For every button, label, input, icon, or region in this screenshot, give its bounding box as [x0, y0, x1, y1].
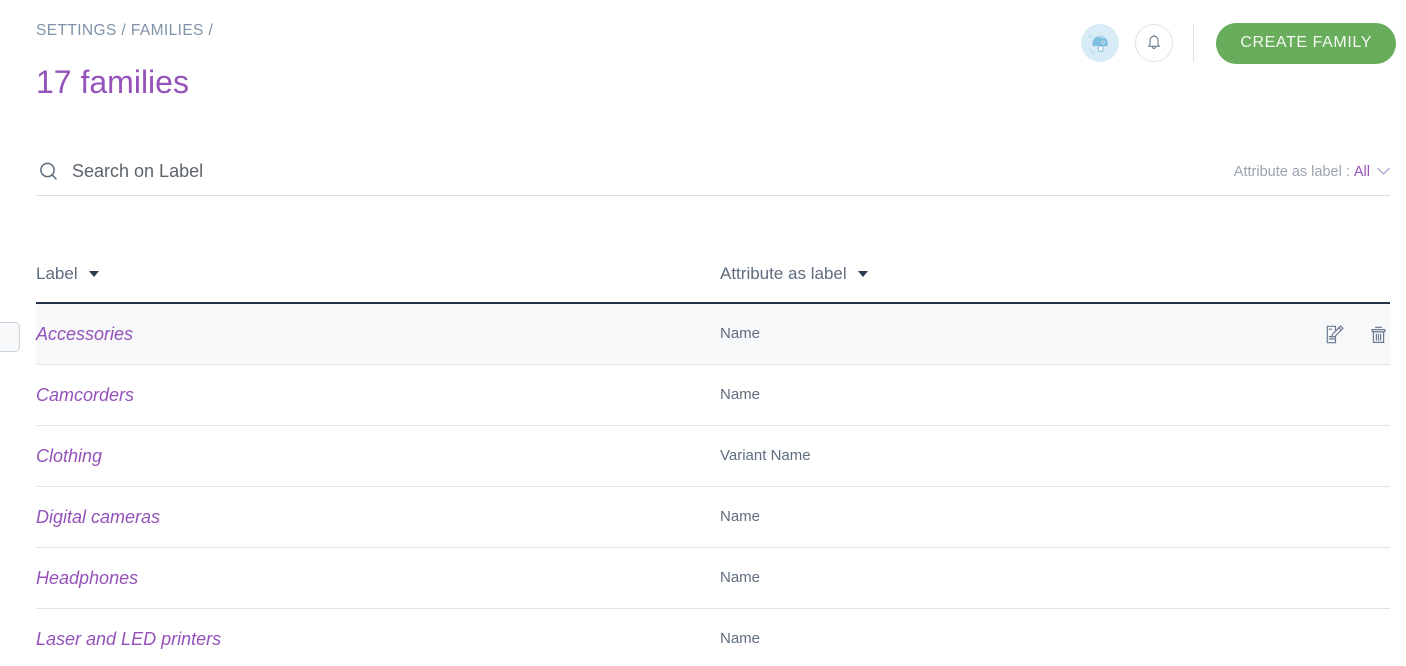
search-bar: Attribute as label : All	[36, 148, 1390, 196]
family-label-link[interactable]: Camcorders	[36, 385, 134, 405]
table-row[interactable]: Headphones Name	[36, 548, 1390, 609]
table-row[interactable]: Camcorders Name	[36, 365, 1390, 426]
family-label-link[interactable]: Headphones	[36, 568, 138, 588]
filter-selected-value: All	[1353, 163, 1370, 180]
caret-down-icon	[88, 271, 99, 277]
column-header-attribute[interactable]: Attribute as label	[720, 264, 1270, 284]
search-input[interactable]	[72, 155, 1214, 188]
families-settings-page: SETTINGS / FAMILIES / 17 families CREATE…	[0, 0, 1406, 666]
table-row[interactable]: Accessories Name	[36, 304, 1390, 365]
chevron-down-icon	[1377, 167, 1390, 176]
attribute-as-label-filter[interactable]: Attribute as label : All	[1234, 164, 1390, 180]
table-row[interactable]: Digital cameras Name	[36, 487, 1390, 548]
family-attribute-value: Name	[720, 386, 761, 403]
family-label-link[interactable]: Clothing	[36, 446, 102, 466]
avatar[interactable]	[1081, 24, 1120, 62]
edit-icon	[1326, 325, 1343, 343]
bell-icon	[1148, 34, 1161, 49]
family-attribute-value: Name	[720, 630, 761, 647]
caret-down-icon	[857, 271, 868, 277]
family-attribute-value: Name	[720, 508, 761, 525]
family-label-link[interactable]: Laser and LED printers	[36, 629, 221, 649]
family-label-link[interactable]: Accessories	[36, 324, 133, 344]
table-header-row: Label Attribute as label	[36, 246, 1390, 304]
family-label-link[interactable]: Digital cameras	[36, 507, 160, 527]
page-header: SETTINGS / FAMILIES / 17 families CREATE…	[0, 0, 1406, 120]
family-attribute-value: Name	[720, 325, 761, 342]
delete-button[interactable]	[1367, 323, 1389, 345]
filter-label-text: Attribute as label :	[1233, 163, 1350, 180]
column-header-attribute-text: Attribute as label	[720, 264, 847, 283]
column-header-label-text: Label	[36, 264, 78, 283]
breadcrumb[interactable]: SETTINGS / FAMILIES /	[36, 22, 213, 40]
page-title: 17 families	[36, 64, 189, 100]
family-attribute-value: Name	[720, 569, 761, 586]
families-table: Label Attribute as label Accessories Nam…	[36, 246, 1390, 666]
header-actions: CREATE FAMILY	[1081, 18, 1396, 68]
trash-icon	[1371, 326, 1385, 343]
search-icon	[36, 159, 62, 185]
table-row[interactable]: Clothing Variant Name	[36, 426, 1390, 487]
family-attribute-value: Variant Name	[720, 447, 811, 464]
column-header-label[interactable]: Label	[36, 264, 720, 284]
row-select-checkbox[interactable]	[0, 322, 20, 352]
table-row[interactable]: Laser and LED printers Name	[36, 609, 1390, 666]
create-family-button[interactable]: CREATE FAMILY	[1216, 22, 1396, 64]
row-actions	[1323, 323, 1390, 345]
notifications-button[interactable]	[1135, 24, 1174, 62]
edit-button[interactable]	[1323, 323, 1345, 345]
header-divider	[1193, 24, 1195, 62]
user-avatar-icon	[1081, 24, 1120, 62]
